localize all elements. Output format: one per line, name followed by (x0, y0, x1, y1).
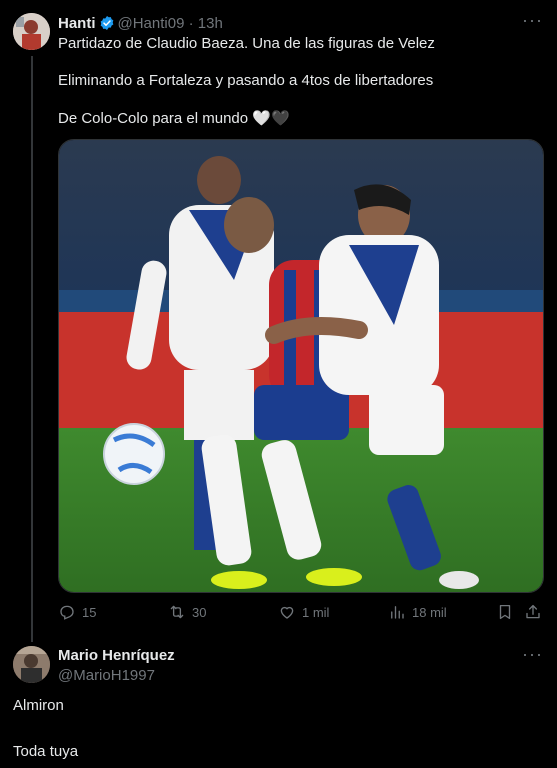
author-name[interactable]: Hanti (58, 15, 96, 32)
reply-author-handle[interactable]: @MarioH1997 (58, 666, 175, 686)
reply-line-1: Almiron (13, 697, 64, 714)
author-avatar[interactable] (13, 13, 50, 50)
tweet-header: Hanti @Hanti09 · 13h (58, 13, 543, 33)
reply-icon (60, 605, 74, 620)
heart-icon (280, 606, 294, 619)
verified-badge-icon (100, 16, 113, 30)
reply-line-2: Toda tuya (13, 743, 79, 760)
repost-button[interactable]: 30 (168, 603, 206, 621)
like-count: 1 mil (302, 604, 330, 620)
share-button[interactable] (524, 603, 542, 621)
reply-count: 15 (82, 604, 97, 620)
tweet-line-2: Eliminando a Fortaleza y pasando a 4tos … (58, 72, 434, 89)
reply-author-avatar[interactable] (13, 646, 50, 683)
reply-button[interactable]: 15 (58, 603, 96, 621)
views-count: 18 mil (412, 604, 447, 620)
tweet-line-3: De Colo-Colo para el mundo 🤍🖤 (58, 110, 290, 127)
bookmark-icon (499, 604, 511, 620)
separator-dot: · (184, 14, 198, 32)
thread-connector-line (31, 56, 33, 642)
reply-more-dots-icon[interactable]: ··· (522, 644, 543, 665)
repost-count: 30 (192, 604, 207, 620)
share-icon (526, 604, 540, 619)
reply-header: Mario Henríquez @MarioH1997 (58, 646, 175, 686)
views-button[interactable]: 18 mil (388, 603, 447, 621)
tweet-line-1: Partidazo de Claudio Baeza. Una de las f… (58, 35, 435, 52)
reply-author-name[interactable]: Mario Henríquez (58, 646, 175, 666)
tweet-actions-bar: 15 30 1 mil 18 mil (58, 603, 544, 625)
tweet-time[interactable]: 13h (198, 15, 223, 32)
views-chart-icon (391, 606, 404, 619)
bookmark-button[interactable] (496, 603, 514, 621)
author-handle[interactable]: @Hanti09 (118, 15, 185, 32)
tweet-photo[interactable] (58, 139, 544, 593)
soccer-photo (59, 140, 543, 592)
like-button[interactable]: 1 mil (278, 603, 329, 621)
more-dots-icon[interactable]: ··· (522, 10, 543, 31)
repost-icon (170, 605, 184, 619)
